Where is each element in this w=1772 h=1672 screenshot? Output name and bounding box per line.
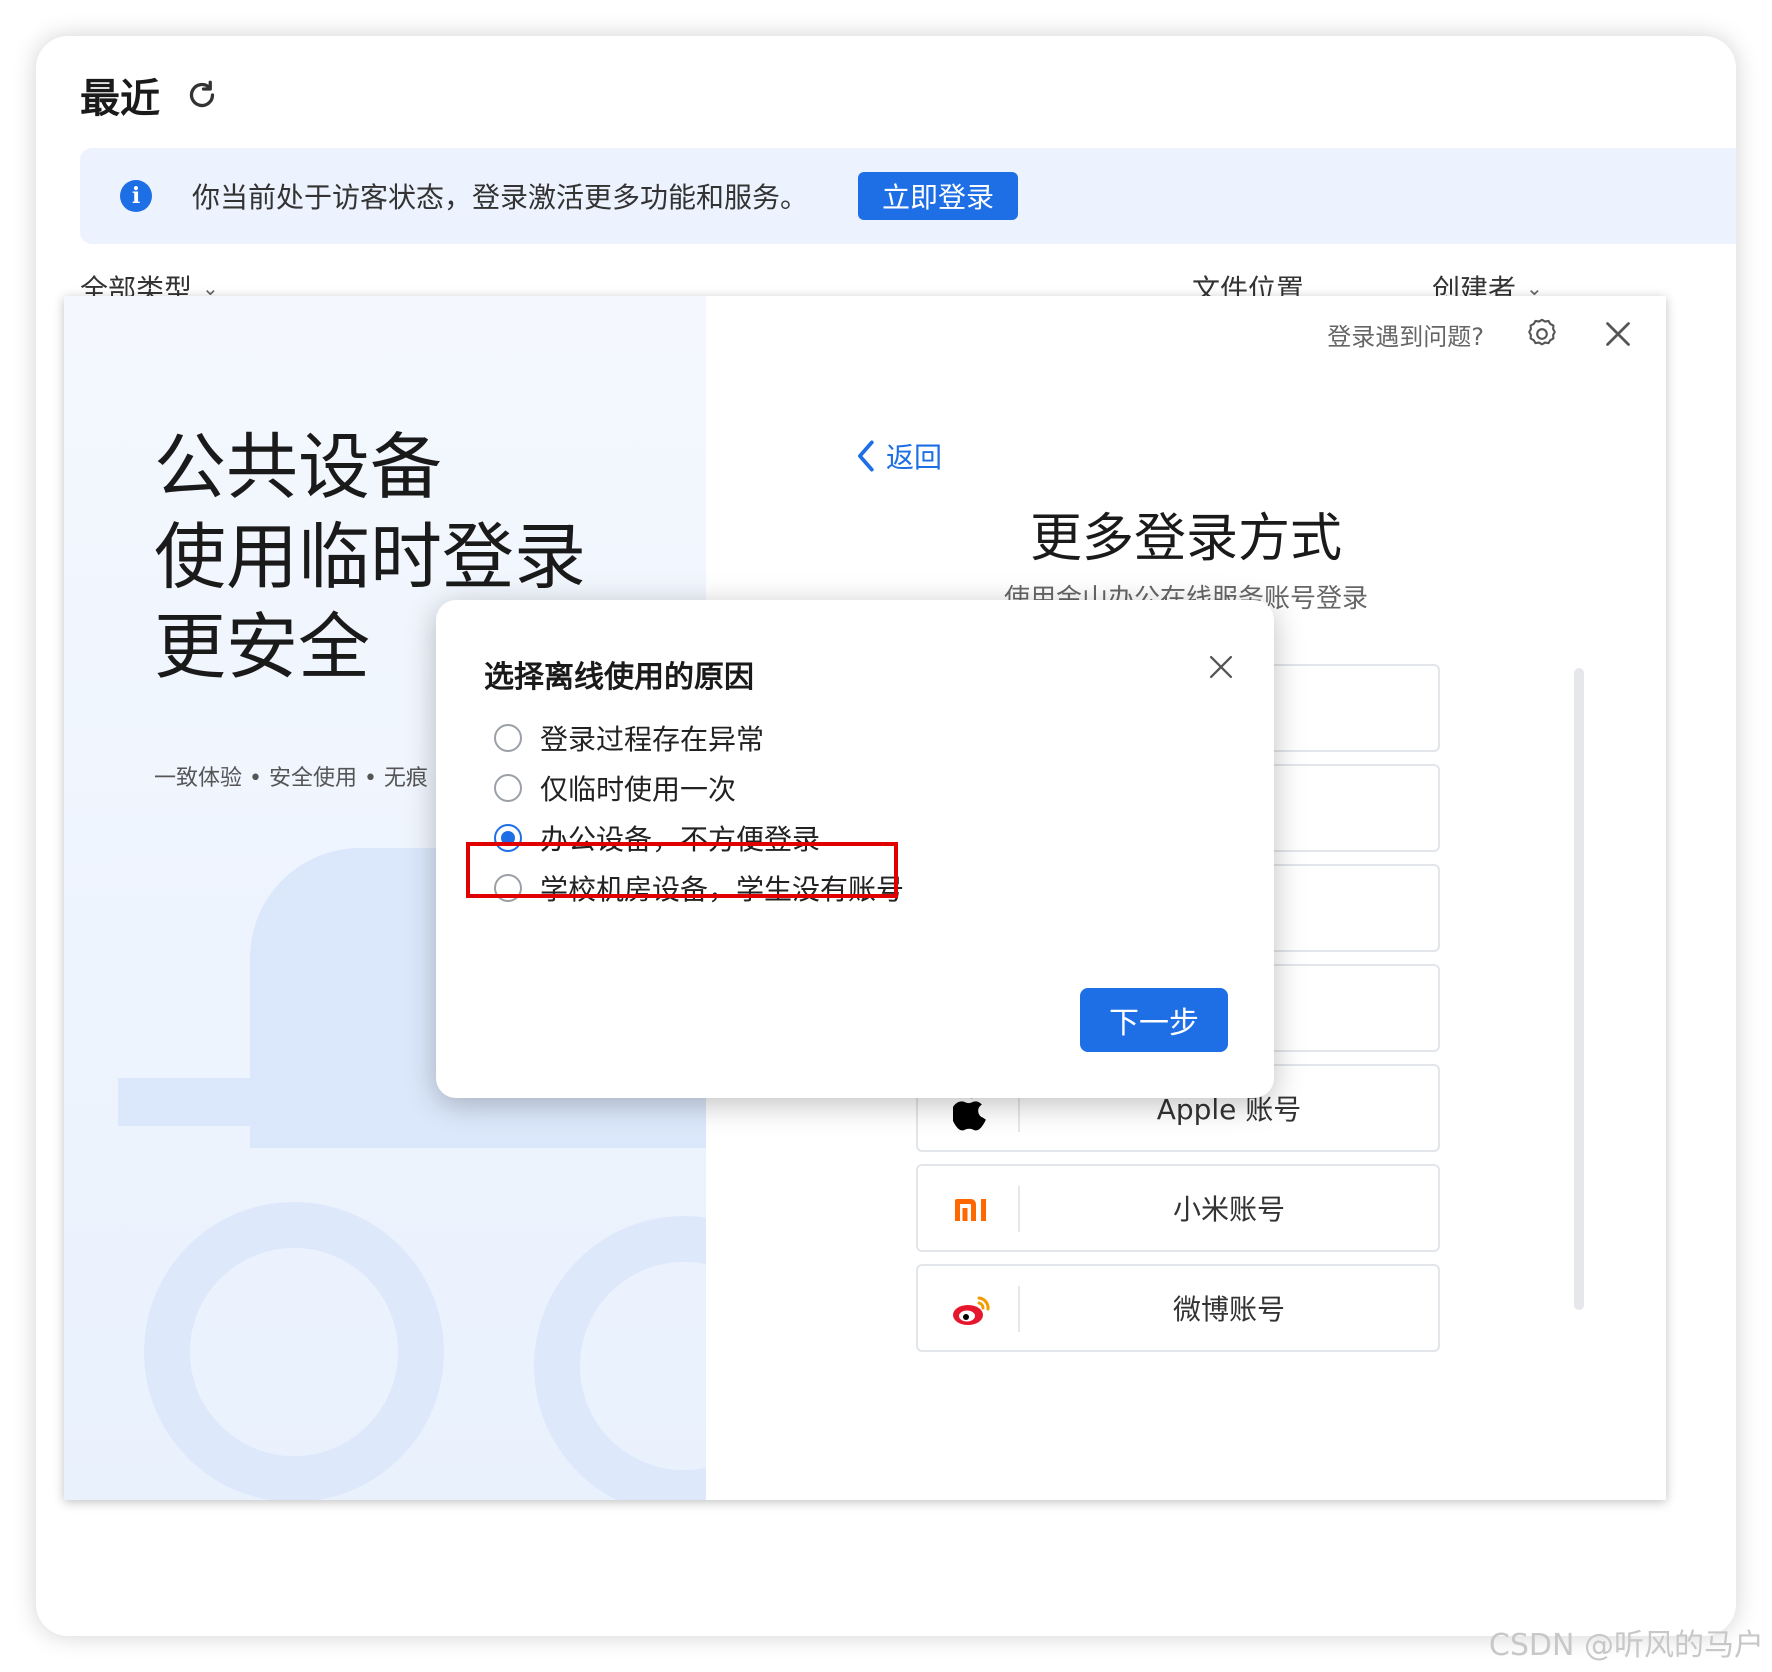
promo-features: 一致体验 • 安全使用 • 无痕 (154, 766, 428, 791)
decorative-ring (144, 1202, 444, 1500)
weibo-login-label: 微博账号 (1172, 1293, 1285, 1326)
page-title: 最近 (80, 76, 160, 122)
xiaomi-login-label: 小米账号 (1172, 1193, 1285, 1226)
promo-line: 更安全 (154, 605, 371, 689)
banner-text: 你当前处于访客状态，登录激活更多功能和服务。 (192, 181, 809, 214)
xiaomi-icon (948, 1186, 996, 1234)
next-step-button[interactable]: 下一步 (1080, 988, 1228, 1052)
guest-banner: i 你当前处于访客状态，登录激活更多功能和服务。 立即登录 (80, 148, 1736, 244)
watermark: CSDN @听风的马户 (1488, 1628, 1764, 1663)
back-link[interactable]: 返回 (854, 436, 942, 476)
scrollbar[interactable] (1574, 668, 1584, 1310)
reason-option-abnormal[interactable]: 登录过程存在异常 (494, 718, 764, 758)
login-title: 更多登录方式 (1029, 509, 1342, 569)
login-now-button[interactable]: 立即登录 (858, 172, 1019, 220)
close-icon[interactable] (1204, 650, 1238, 684)
radio-button[interactable] (494, 724, 522, 752)
back-label: 返回 (886, 441, 943, 474)
reason-label: 登录过程存在异常 (540, 723, 765, 756)
refresh-icon[interactable] (184, 77, 220, 113)
xiaomi-login-button[interactable]: 小米账号 (916, 1164, 1440, 1252)
decorative-ring (534, 1216, 706, 1500)
dialog-title: 选择离线使用的原因 (484, 660, 754, 695)
radio-button[interactable] (494, 774, 522, 802)
weibo-icon (948, 1286, 996, 1334)
offline-reason-dialog: 选择离线使用的原因 登录过程存在异常 仅临时使用一次 办公设备，不方便登录 学校… (436, 600, 1274, 1098)
chevron-left-icon (858, 440, 874, 472)
login-help-link[interactable]: 登录遇到问题? (1327, 317, 1484, 352)
page-header: 最近 (80, 60, 220, 130)
gear-icon[interactable] (1524, 316, 1560, 352)
weibo-login-button[interactable]: 微博账号 (916, 1264, 1440, 1352)
panel-top-bar: 登录遇到问题? (1327, 316, 1636, 352)
info-icon: i (120, 180, 152, 212)
reason-option-temporary[interactable]: 仅临时使用一次 (494, 768, 736, 808)
reason-label: 仅临时使用一次 (540, 773, 737, 806)
selection-highlight-box (466, 842, 898, 898)
close-icon[interactable] (1600, 316, 1636, 352)
